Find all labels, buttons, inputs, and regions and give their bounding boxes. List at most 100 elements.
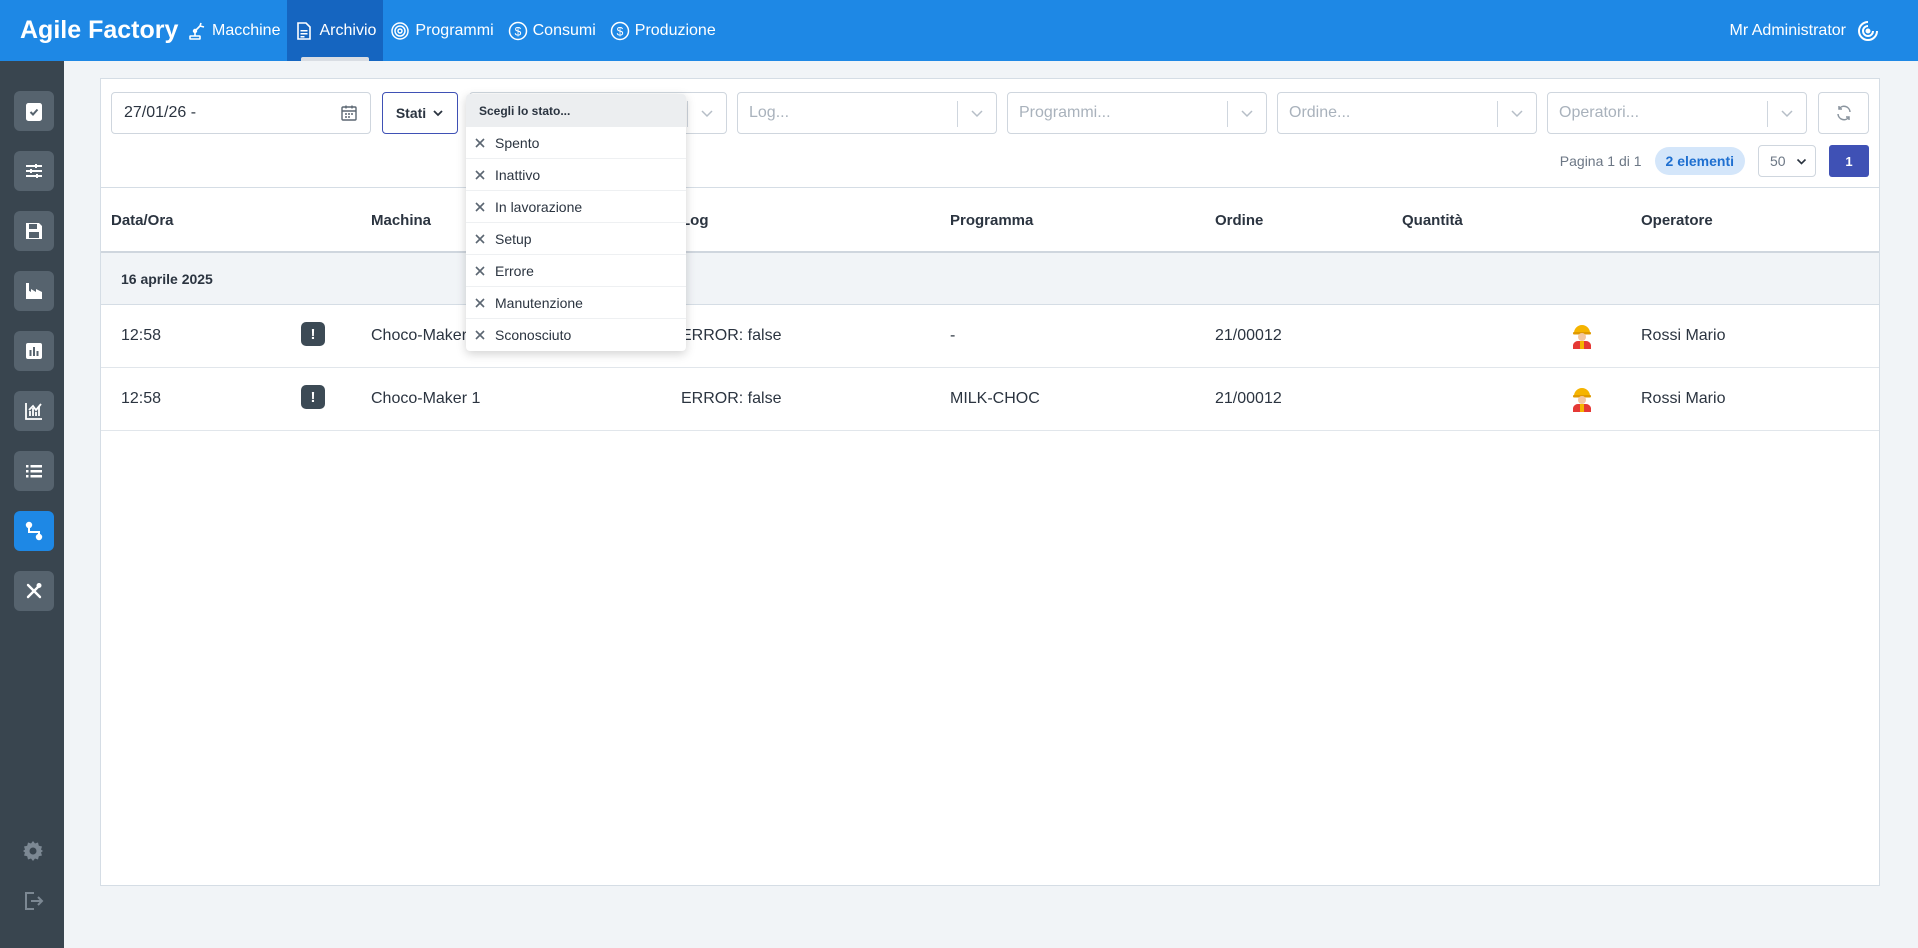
- sidebar-item-tasks[interactable]: [14, 91, 54, 131]
- row-log: ERROR: false: [681, 327, 782, 344]
- sliders-icon: [26, 164, 42, 178]
- date-range-input[interactable]: 27/01/26 -: [111, 92, 371, 134]
- select-divider: [1497, 101, 1498, 127]
- column-header-program[interactable]: Programma: [950, 212, 1033, 229]
- page-button-1[interactable]: 1: [1829, 145, 1869, 177]
- main-nav: Macchine Archivio Programmi $ Consumi $ …: [180, 0, 723, 61]
- chevron-down-icon: [701, 110, 713, 118]
- user-menu[interactable]: Mr Administrator: [1730, 0, 1880, 61]
- select-divider: [957, 101, 958, 127]
- close-icon[interactable]: [473, 328, 487, 342]
- chevron-down-icon: [1781, 110, 1793, 118]
- sidebar-item-logout[interactable]: [20, 888, 46, 914]
- column-header-order[interactable]: Ordine: [1215, 212, 1263, 229]
- chevron-down-icon: [1511, 110, 1523, 118]
- robot-arm-icon: [189, 22, 205, 40]
- sidebar-item-bar-chart[interactable]: [14, 331, 54, 371]
- document-icon: [297, 21, 312, 40]
- row-time: 12:58: [121, 327, 162, 344]
- close-icon[interactable]: [473, 296, 487, 310]
- operatori-placeholder: Operatori...: [1559, 104, 1640, 121]
- sidebar-item-settings-sliders[interactable]: [14, 151, 54, 191]
- table-row[interactable]: 12:58 ! Choco-Maker 1 ERROR: false MILK-…: [101, 368, 1879, 431]
- close-icon[interactable]: [473, 168, 487, 182]
- nav-item-archivio[interactable]: Archivio: [287, 0, 384, 61]
- pagination: Pagina 1 di 1 2 elementi 50 1: [1560, 145, 1869, 177]
- nav-item-consumi[interactable]: $ Consumi: [501, 0, 603, 61]
- refresh-button[interactable]: [1818, 92, 1869, 134]
- dollar-icon: $: [508, 21, 527, 40]
- programmi-placeholder: Programmi...: [1019, 104, 1111, 121]
- close-icon[interactable]: [473, 200, 487, 214]
- dropdown-item-inattivo[interactable]: Inattivo: [466, 159, 686, 191]
- bar-chart-icon: [26, 343, 42, 359]
- per-page-select[interactable]: 50: [1758, 145, 1816, 177]
- nav-label: Produzione: [634, 21, 716, 39]
- archive-panel: 27/01/26 - Stati Log... Programmi... Ord…: [100, 78, 1880, 886]
- dropdown-item-setup[interactable]: Setup: [466, 223, 686, 255]
- sidebar-item-tools[interactable]: [14, 571, 54, 611]
- svg-text:$: $: [616, 24, 623, 38]
- stati-filter-button[interactable]: Stati: [382, 92, 458, 134]
- user-name: Mr Administrator: [1729, 21, 1846, 39]
- row-program: -: [950, 327, 956, 344]
- ordine-select[interactable]: Ordine...: [1277, 92, 1537, 134]
- column-header-datetime[interactable]: Data/Ora: [111, 212, 174, 229]
- chevron-down-icon: [1796, 158, 1806, 165]
- logo-swirl-icon: [1858, 20, 1878, 41]
- close-icon[interactable]: [473, 264, 487, 278]
- close-icon[interactable]: [473, 136, 487, 150]
- per-page-value: 50: [1770, 153, 1786, 169]
- row-log: ERROR: false: [681, 390, 782, 407]
- table-row[interactable]: 12:58 ! Choco-Maker 1 ERROR: false - 21/…: [101, 305, 1879, 368]
- nav-item-macchine[interactable]: Macchine: [180, 0, 287, 61]
- dropdown-item-errore[interactable]: Errore: [466, 255, 686, 287]
- row-order: 21/00012: [1215, 327, 1282, 344]
- brand-title[interactable]: Agile Factory: [0, 16, 180, 45]
- nav-item-produzione[interactable]: $ Produzione: [603, 0, 723, 61]
- dropdown-item-label: Inattivo: [495, 166, 541, 183]
- column-header-operator[interactable]: Operatore: [1641, 212, 1713, 229]
- items-count-badge: 2 elementi: [1654, 147, 1745, 175]
- list-icon: [26, 465, 42, 478]
- log-select[interactable]: Log...: [737, 92, 997, 134]
- dropdown-item-sconosciuto[interactable]: Sconosciuto: [466, 319, 686, 351]
- tools-icon: [26, 583, 42, 599]
- chevron-down-icon: [1241, 110, 1253, 118]
- worker-avatar-icon: [1573, 325, 1591, 349]
- calendar-icon[interactable]: [340, 104, 358, 122]
- sidebar-item-save[interactable]: [14, 211, 54, 251]
- close-icon[interactable]: [473, 232, 487, 246]
- row-time: 12:58: [121, 390, 162, 407]
- row-program: MILK-CHOC: [950, 390, 1040, 407]
- operatori-select[interactable]: Operatori...: [1547, 92, 1807, 134]
- nav-item-programmi[interactable]: Programmi: [383, 0, 500, 61]
- sidebar-item-line-chart[interactable]: [14, 391, 54, 431]
- select-divider: [1227, 101, 1228, 127]
- page-info: Pagina 1 di 1: [1559, 153, 1642, 169]
- row-operator: Rossi Mario: [1641, 327, 1726, 344]
- select-divider: [687, 101, 688, 127]
- dropdown-item-manutenzione[interactable]: Manutenzione: [466, 287, 686, 319]
- dropdown-item-label: Setup: [495, 230, 532, 247]
- table-header: Data/Ora Machina Log Programma Ordine Qu…: [101, 187, 1879, 253]
- nav-label: Macchine: [212, 21, 281, 39]
- sidebar-item-list[interactable]: [14, 451, 54, 491]
- dropdown-item-label: Sconosciuto: [495, 327, 572, 343]
- group-date: 16 aprile 2025: [121, 271, 213, 287]
- column-header-quantity[interactable]: Quantità: [1402, 212, 1463, 229]
- nav-label: Archivio: [319, 21, 377, 39]
- sidebar: [0, 61, 64, 948]
- column-header-machine[interactable]: Machina: [371, 212, 431, 229]
- dropdown-header: Scegli lo stato...: [466, 94, 686, 127]
- sidebar-item-flow[interactable]: [14, 511, 54, 551]
- alert-icon: !: [301, 385, 325, 409]
- dropdown-item-spento[interactable]: Spento: [466, 127, 686, 159]
- top-bar: Agile Factory Macchine Archivio Programm…: [0, 0, 1918, 61]
- sidebar-item-settings[interactable]: [20, 838, 46, 864]
- programmi-select[interactable]: Programmi...: [1007, 92, 1267, 134]
- dropdown-item-in-lavorazione[interactable]: In lavorazione: [466, 191, 686, 223]
- dropdown-item-label: Manutenzione: [495, 294, 583, 311]
- dropdown-item-label: Errore: [495, 262, 534, 279]
- sidebar-item-factory[interactable]: [14, 271, 54, 311]
